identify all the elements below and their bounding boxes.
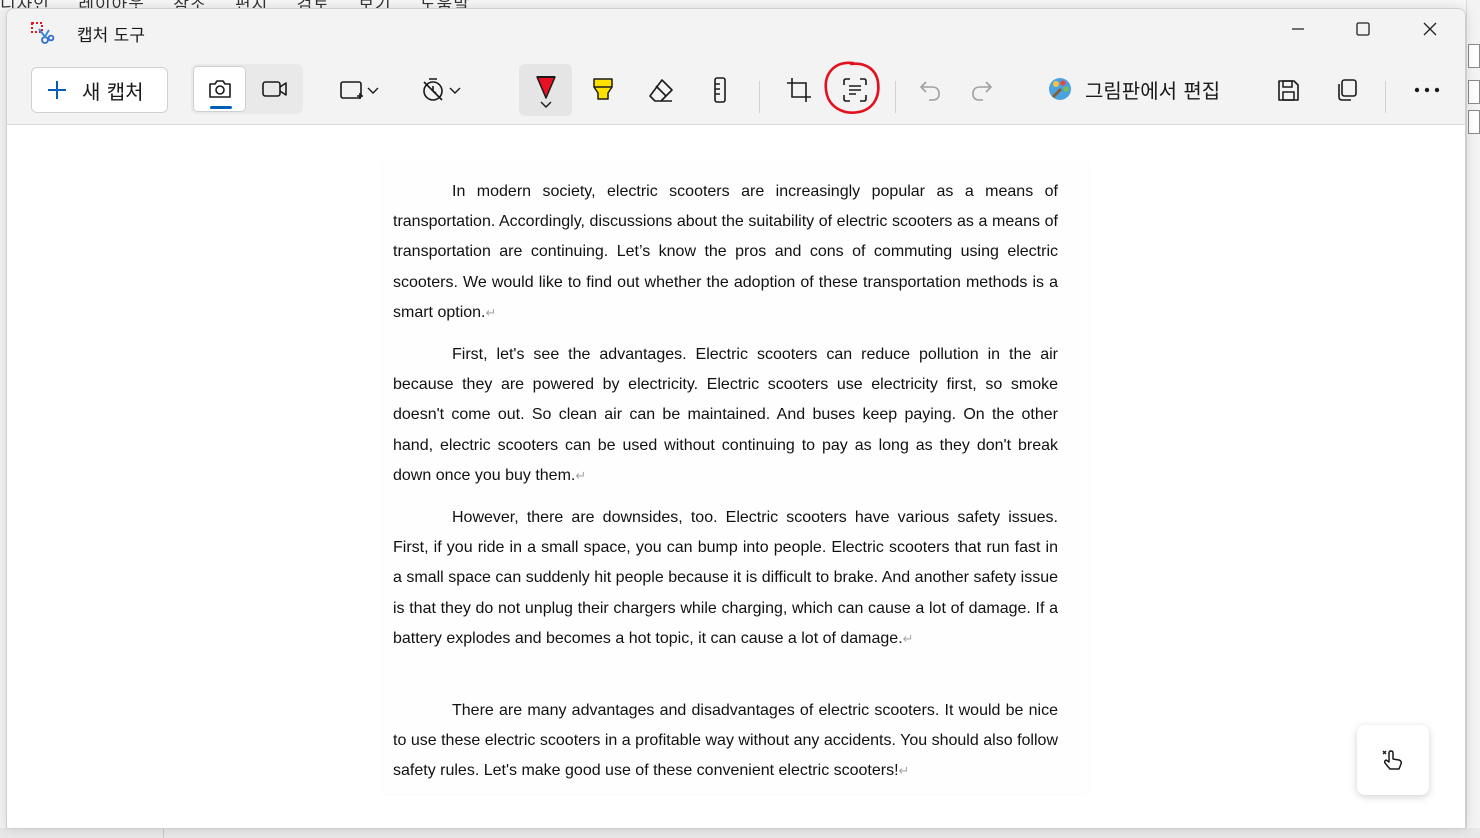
captured-document: In modern society, electric scooters are… <box>383 162 1088 794</box>
paragraph-text: In modern society, electric scooters are… <box>393 183 1058 321</box>
copy-icon <box>1338 79 1357 101</box>
background-app-side-panel <box>1466 0 1480 838</box>
redo-button[interactable] <box>963 67 1001 113</box>
touch-writing-button[interactable] <box>1357 725 1429 795</box>
selected-indicator <box>210 106 232 109</box>
background-control <box>1468 110 1480 134</box>
timer-dropdown[interactable] <box>415 67 467 113</box>
background-control <box>1468 44 1480 68</box>
maximize-button[interactable] <box>1330 9 1396 49</box>
save-button[interactable] <box>1269 67 1307 113</box>
paragraph-mark: ↵ <box>902 630 914 646</box>
close-button[interactable] <box>1397 9 1463 49</box>
minimize-button[interactable] <box>1265 9 1331 49</box>
close-icon <box>1423 22 1437 36</box>
crop-icon <box>787 78 811 102</box>
crop-button[interactable] <box>779 67 819 113</box>
paragraph-text: However, there are downsides, too. Elect… <box>393 509 1058 647</box>
record-mode-button[interactable] <box>249 66 301 112</box>
paragraph-mark: ↵ <box>485 304 497 320</box>
snipping-tool-window: 캡처 도구 새 캡처 그림판에서 편집 In modern society, e… <box>6 8 1466 829</box>
paragraph-text: There are many advantages and disadvanta… <box>393 702 1058 780</box>
highlighter-icon <box>593 78 613 100</box>
paragraph: In modern society, electric scooters are… <box>393 177 1058 328</box>
toolbar: 새 캡처 그림판에서 편집 <box>7 53 1465 125</box>
paragraph-mark: ↵ <box>898 763 910 779</box>
camera-icon <box>208 80 231 98</box>
background-control <box>1468 80 1480 104</box>
plus-icon <box>48 81 66 99</box>
capture-canvas[interactable]: In modern society, electric scooters are… <box>7 126 1465 828</box>
ruler-button[interactable] <box>701 67 739 113</box>
paragraph-mark: ↵ <box>575 467 587 483</box>
snip-mode-button[interactable] <box>193 66 246 112</box>
undo-icon <box>920 81 940 101</box>
snip-shape-dropdown[interactable] <box>333 67 385 113</box>
paint-palette-icon <box>1049 78 1071 100</box>
ballpoint-pen-button[interactable] <box>519 64 572 116</box>
undo-button[interactable] <box>911 67 949 113</box>
video-camera-icon <box>262 81 287 97</box>
copy-button[interactable] <box>1327 67 1367 113</box>
redo-icon <box>972 81 992 101</box>
more-options-button[interactable] <box>1405 67 1449 113</box>
capture-mode-toggle <box>191 64 303 114</box>
save-icon <box>1278 80 1299 101</box>
background-app-status-bar <box>0 828 1480 838</box>
ballpoint-pen-icon <box>536 76 556 108</box>
rectangle-snip-icon <box>340 81 363 99</box>
no-delay-timer-icon <box>423 78 443 101</box>
maximize-icon <box>1356 22 1370 36</box>
eraser-icon <box>649 79 673 102</box>
text-actions-button[interactable] <box>835 67 875 113</box>
paragraph-text: First, let's see the advantages. Electri… <box>393 346 1058 484</box>
window-title: 캡처 도구 <box>77 26 145 46</box>
title-bar: 캡처 도구 <box>7 9 1465 53</box>
text-actions-icon <box>843 78 867 102</box>
ruler-icon <box>714 77 726 103</box>
more-options-icon <box>1414 87 1440 93</box>
edit-in-paint-button[interactable]: 그림판에서 편집 <box>1047 69 1220 109</box>
separator <box>895 81 896 113</box>
new-capture-button[interactable]: 새 캡처 <box>31 67 168 113</box>
touch-writing-icon <box>1382 750 1402 770</box>
snipping-tool-logo-icon <box>29 21 55 45</box>
edit-in-paint-label: 그림판에서 편집 <box>1085 78 1221 103</box>
highlighter-button[interactable] <box>583 67 623 113</box>
new-capture-label: 새 캡처 <box>82 79 144 104</box>
minimize-icon <box>1292 28 1304 30</box>
separator <box>1385 81 1386 113</box>
paragraph: There are many advantages and disadvanta… <box>393 696 1058 787</box>
separator <box>759 81 760 113</box>
paragraph: First, let's see the advantages. Electri… <box>393 340 1058 491</box>
eraser-button[interactable] <box>641 67 681 113</box>
chevron-down-icon <box>367 87 379 94</box>
chevron-down-icon <box>449 87 461 94</box>
paragraph: However, there are downsides, too. Elect… <box>393 503 1058 654</box>
